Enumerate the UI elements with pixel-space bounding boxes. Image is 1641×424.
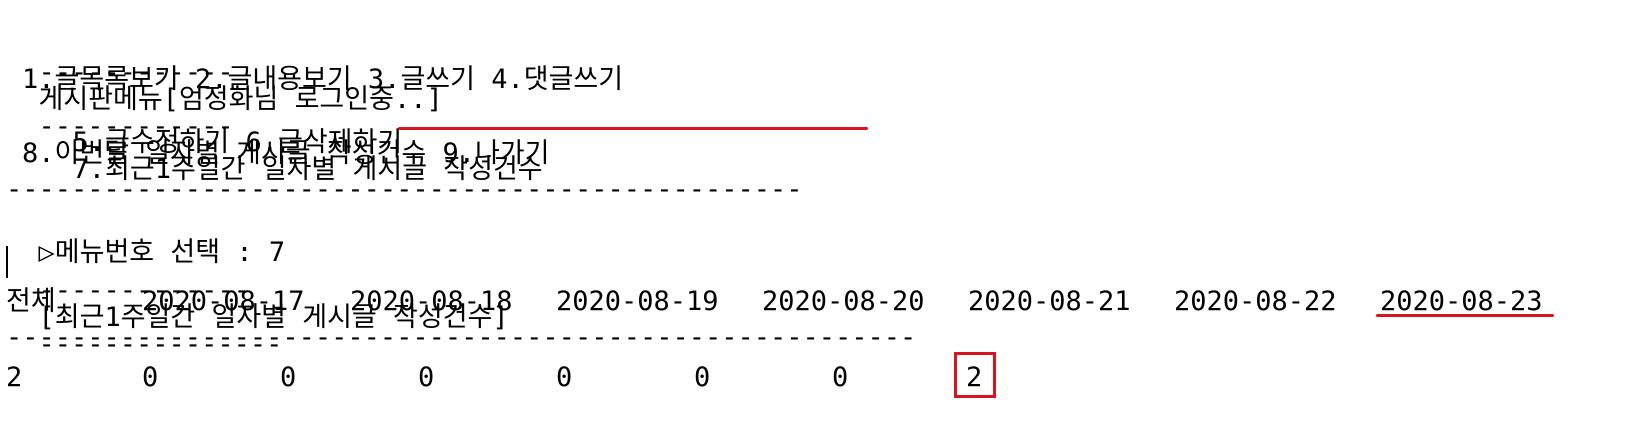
- value-cell: 0: [832, 362, 849, 393]
- highlight-underline-date: [1376, 314, 1554, 317]
- menu-bottom-dashes: ----------------------------------------…: [6, 174, 803, 205]
- value-cell: 0: [280, 362, 297, 393]
- menu-row-1: 1.글목록보기 2.글내용보기 3.글쓰기 4.댓글쓰기: [22, 64, 624, 95]
- column-header-date: 2020-08-23: [1380, 286, 1543, 317]
- column-header-date: 2020-08-20: [762, 286, 925, 317]
- value-cell: 0: [418, 362, 435, 393]
- column-header-date: 2020-08-18: [350, 286, 513, 317]
- column-header-date: 2020-08-22: [1174, 286, 1337, 317]
- column-header-date: 2020-08-17: [142, 286, 305, 317]
- value-cell: 0: [694, 362, 711, 393]
- value-cell: 0: [142, 362, 159, 393]
- value-total: 2: [6, 362, 23, 393]
- value-cell: 0: [556, 362, 573, 393]
- column-header-date: 2020-08-19: [556, 286, 719, 317]
- column-header-total: 전체: [6, 286, 56, 317]
- report-separator: ----------------------------------------…: [6, 322, 917, 353]
- column-header-date: 2020-08-21: [968, 286, 1131, 317]
- menu-row-3: 8.이번달 일자별 게시글 작성건수 9.나가기: [22, 138, 550, 169]
- highlight-box-value: [954, 352, 996, 398]
- highlight-underline-menu-7: [398, 127, 868, 130]
